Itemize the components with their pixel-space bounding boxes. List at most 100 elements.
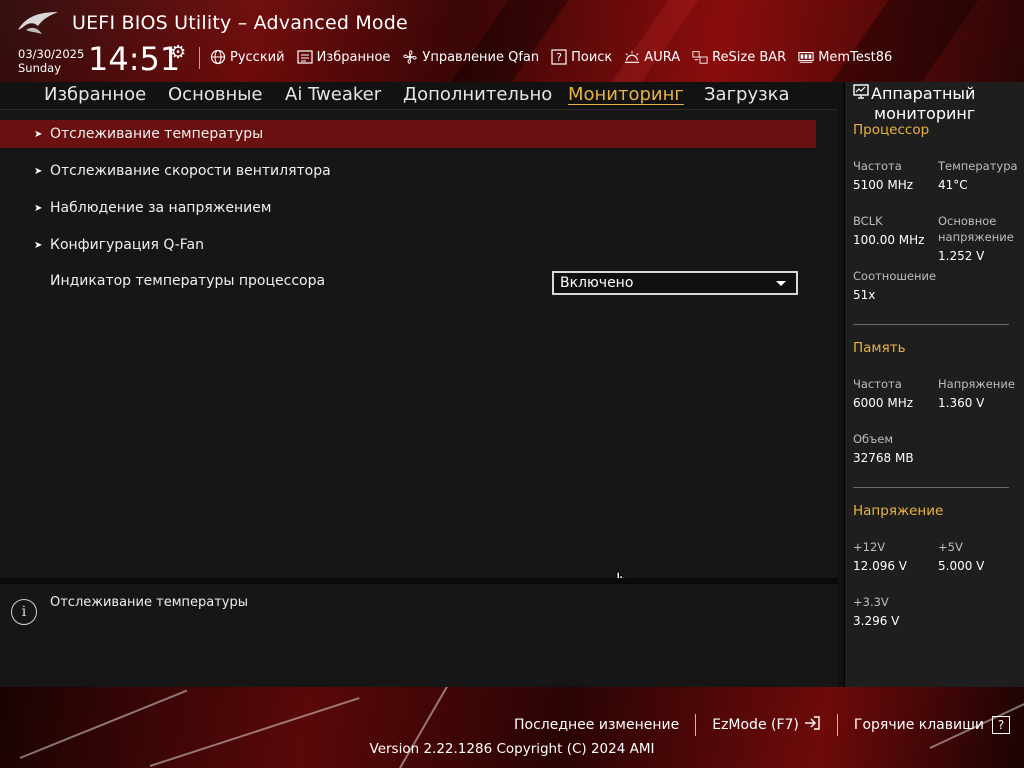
- tab-monitor[interactable]: Мониторинг: [568, 84, 684, 105]
- version-text: Version 2.22.1286 Copyright (C) 2024 AMI: [369, 741, 655, 757]
- main-tabs: Избранное Основные Ai Tweaker Дополнител…: [0, 82, 838, 110]
- submenu-arrow-icon: ➤: [34, 165, 43, 177]
- resize-bar-label: ReSize BAR: [712, 49, 787, 65]
- menu-item-voltage-monitor[interactable]: ➤ Наблюдение за напряжением: [0, 194, 816, 222]
- footer-bar: Последнее изменение EzMode (F7) Горячие …: [0, 687, 1024, 768]
- favorites-label: Избранное: [316, 49, 391, 65]
- tab-ai-tweaker[interactable]: Ai Tweaker: [285, 84, 381, 105]
- voltage-section-heading: Напряжение: [853, 503, 944, 519]
- gear-icon[interactable]: ⚙: [170, 42, 186, 63]
- tab-advanced[interactable]: Дополнительно: [403, 84, 552, 105]
- mem-size-label: Объем: [853, 432, 894, 446]
- submenu-arrow-icon: ➤: [34, 128, 43, 140]
- cpu-section-heading: Процессор: [853, 122, 930, 138]
- monitor-title-line1: Аппаратный: [871, 84, 976, 103]
- resize-bar-icon: [692, 49, 708, 65]
- cpu-temp-indicator-select[interactable]: Включено: [552, 271, 798, 295]
- tab-boot[interactable]: Загрузка: [704, 84, 790, 105]
- qfan-label: Управление Qfan: [422, 49, 540, 65]
- resize-bar-button[interactable]: ReSize BAR: [692, 49, 786, 65]
- aura-icon: [624, 49, 640, 65]
- mem-freq-value: 6000 MHz: [853, 396, 914, 410]
- menu-item-fan-speed-monitor[interactable]: ➤ Отслеживание скорости вентилятора: [0, 157, 816, 185]
- cpu-freq-label: Частота: [853, 159, 902, 173]
- setting-label: Индикатор температуры процессора: [50, 273, 326, 289]
- hotkeys-label: Горячие клавиши: [853, 717, 984, 733]
- mem-volt-value: 1.360 V: [938, 396, 985, 410]
- mem-freq-label: Частота: [853, 377, 902, 391]
- menu-item-label: Наблюдение за напряжением: [50, 200, 272, 216]
- language-button[interactable]: Русский: [210, 49, 285, 65]
- date-text: 03/30/2025: [18, 47, 85, 61]
- last-change-button[interactable]: Последнее изменение: [514, 717, 679, 733]
- cpu-ratio-value: 51x: [853, 288, 876, 302]
- section-divider: [853, 324, 1009, 325]
- help-search-icon: ?: [551, 49, 567, 65]
- select-value: Включено: [560, 275, 634, 291]
- cpu-vcore-label-line1: Основное: [938, 214, 997, 228]
- favorites-button[interactable]: Избранное: [296, 49, 391, 65]
- language-label: Русский: [230, 49, 285, 65]
- monitor-title-line2: мониторинг: [874, 104, 976, 123]
- date-display: 03/30/2025 Sunday: [18, 47, 84, 75]
- ezmode-label: EzMode (F7): [712, 717, 799, 733]
- fan-icon: [402, 49, 418, 65]
- cpu-freq-value: 5100 MHz: [853, 178, 914, 192]
- aura-label: AURA: [644, 49, 681, 65]
- hotkeys-button[interactable]: Горячие клавиши ?: [854, 716, 1010, 734]
- menu-item-label: Отслеживание температуры: [50, 126, 264, 142]
- cpu-temp-value: 41°C: [938, 178, 968, 192]
- mem-size-value: 32768 MB: [853, 451, 914, 465]
- v5-value: 5.000 V: [938, 559, 985, 573]
- mem-volt-label: Напряжение: [938, 377, 1015, 391]
- help-panel: i Отслеживание температуры: [0, 584, 838, 687]
- tab-main[interactable]: Основные: [168, 84, 263, 105]
- clock: 14:51: [88, 40, 181, 78]
- day-text: Sunday: [18, 61, 62, 75]
- qfan-button[interactable]: Управление Qfan: [402, 49, 539, 65]
- v12-label: +12V: [853, 540, 886, 554]
- footer-actions: Последнее изменение EzMode (F7) Горячие …: [514, 714, 1010, 736]
- v33-label: +3.3V: [853, 595, 889, 609]
- cpu-bclk-label: BCLK: [853, 214, 883, 228]
- hardware-monitor-panel: Аппаратный мониторинг Процессор Частота …: [844, 82, 1024, 687]
- toolbar-divider: [199, 47, 200, 69]
- header-decoration: [451, 0, 569, 82]
- cpu-ratio-label: Соотношение: [853, 269, 937, 283]
- app-title: UEFI BIOS Utility – Advanced Mode: [72, 12, 408, 34]
- globe-icon: [210, 49, 226, 65]
- cpu-vcore-value: 1.252 V: [938, 249, 985, 263]
- cpu-vcore-label: Основное напряжение: [938, 213, 1014, 245]
- memtest-button[interactable]: MemTest86: [798, 49, 892, 65]
- header-decoration: [611, 0, 699, 82]
- memtest-icon: [798, 49, 814, 65]
- memtest-label: MemTest86: [818, 49, 893, 65]
- last-change-label: Последнее изменение: [514, 717, 680, 733]
- v5-label: +5V: [938, 540, 963, 554]
- settings-panel: ➤ Отслеживание температуры ➤ Отслеживани…: [0, 110, 838, 595]
- menu-item-label: Отслеживание скорости вентилятора: [50, 163, 331, 179]
- ezmode-button[interactable]: EzMode (F7): [712, 715, 821, 735]
- tab-favorites[interactable]: Избранное: [44, 84, 146, 105]
- menu-item-qfan-config[interactable]: ➤ Конфигурация Q-Fan: [0, 231, 816, 259]
- svg-text:?: ?: [556, 51, 562, 64]
- header-decoration: [831, 0, 979, 82]
- monitor-icon: [853, 84, 871, 104]
- chevron-down-icon: [776, 281, 786, 286]
- cpu-bclk-value: 100.00 MHz: [853, 233, 925, 247]
- submenu-arrow-icon: ➤: [34, 202, 43, 214]
- aura-button[interactable]: AURA: [624, 49, 680, 65]
- search-button[interactable]: ? Поиск: [551, 49, 612, 65]
- footer-divider: [695, 714, 697, 736]
- cpu-vcore-label-line2: напряжение: [938, 230, 1014, 244]
- exit-arrow-icon: [803, 715, 821, 735]
- toolbar: Русский Избранное Управление Qfan ? Поис…: [210, 46, 892, 68]
- menu-item-temperature-monitor[interactable]: ➤ Отслеживание температуры: [0, 120, 816, 148]
- submenu-arrow-icon: ➤: [34, 239, 43, 251]
- header-bar: UEFI BIOS Utility – Advanced Mode 03/30/…: [0, 0, 1024, 82]
- cpu-temp-label: Температура: [938, 159, 1018, 173]
- menu-item-label: Конфигурация Q-Fan: [50, 237, 205, 253]
- memory-section-heading: Память: [853, 340, 906, 356]
- info-icon: i: [11, 599, 37, 625]
- search-label: Поиск: [571, 49, 613, 65]
